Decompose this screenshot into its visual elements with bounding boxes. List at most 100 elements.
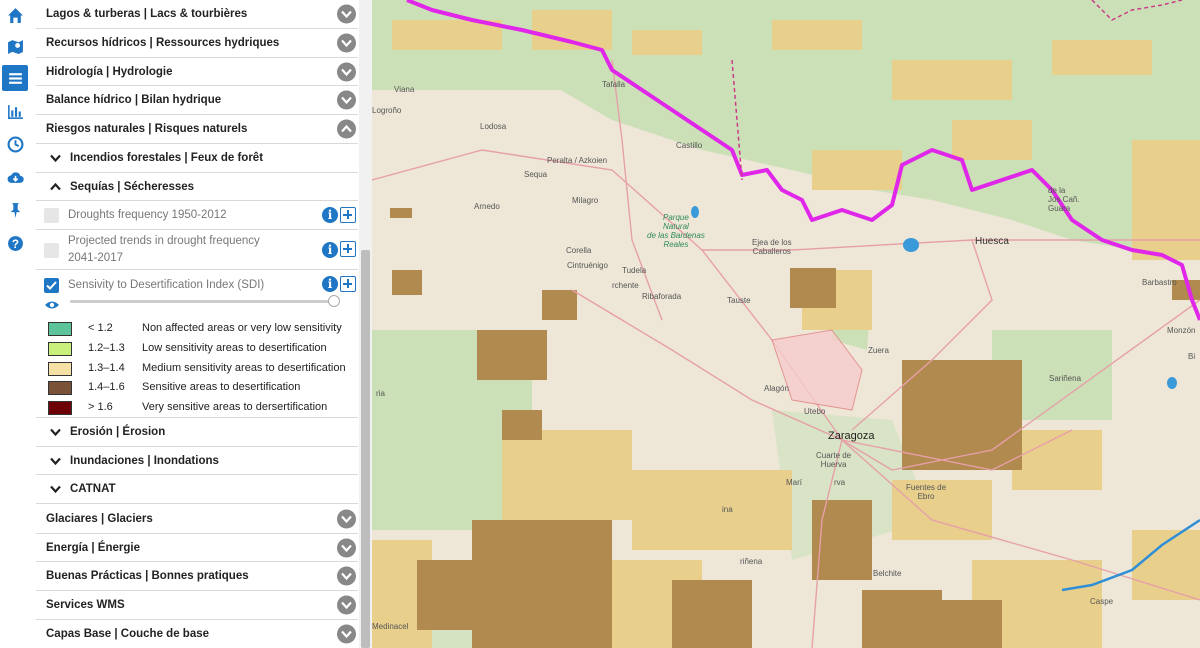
place-label: Marí: [786, 478, 802, 487]
cloud-download-icon[interactable]: [2, 164, 28, 190]
legend-item: 1.4–1.6 Sensitive areas to desertificati…: [48, 379, 363, 397]
subgroup-incendios[interactable]: Incendios forestales | Feux de forêt: [36, 144, 358, 173]
add-layer-button[interactable]: [340, 276, 356, 292]
legend-swatch: [48, 381, 72, 395]
home-icon[interactable]: [2, 2, 28, 28]
chevron-down-icon[interactable]: [337, 4, 356, 24]
park-label-line: Reales: [663, 240, 689, 249]
place-label: rva: [834, 478, 846, 487]
place-label-line: Fuentes de: [906, 483, 947, 492]
place-label: de la Jos Cañ. Guara: [1048, 186, 1080, 213]
opacity-slider-track[interactable]: [70, 300, 336, 303]
scrollbar-thumb[interactable]: [361, 250, 370, 648]
chevron-down-icon[interactable]: [337, 509, 356, 528]
legend-desc: Low sensitivity areas to desertification: [142, 342, 327, 354]
help-icon[interactable]: ?: [2, 230, 28, 256]
chevron-down-icon: [50, 485, 61, 494]
place-label: Logroño: [372, 106, 402, 115]
chevron-down-icon[interactable]: [337, 62, 356, 81]
legend-range: < 1.2: [88, 322, 113, 334]
bar-chart-icon[interactable]: [2, 98, 28, 124]
legend-swatch: [48, 362, 72, 376]
legend-desc: Medium sensitivity areas to desertificat…: [142, 362, 346, 374]
chevron-down-icon[interactable]: [337, 595, 356, 615]
layers-list-icon[interactable]: [2, 65, 28, 91]
svg-text:?: ?: [11, 237, 18, 250]
chevron-down-icon[interactable]: [337, 538, 356, 557]
place-label: ina: [722, 505, 733, 514]
chevron-down-icon[interactable]: [337, 566, 356, 586]
info-icon[interactable]: i: [322, 242, 338, 258]
map-view[interactable]: Viana Logroño Tafalla Lodosa Castillo Pe…: [372, 0, 1200, 648]
map-icon[interactable]: [2, 33, 28, 59]
chevron-down-icon[interactable]: [337, 33, 356, 53]
clock-icon[interactable]: [2, 131, 28, 157]
pin-icon[interactable]: [2, 197, 28, 223]
info-icon[interactable]: i: [322, 276, 338, 292]
eye-icon[interactable]: [44, 300, 60, 310]
add-layer-button[interactable]: [340, 241, 356, 257]
chevron-down-icon: [50, 428, 61, 437]
panel-scrollbar[interactable]: [359, 0, 372, 648]
category-glaciares[interactable]: Glaciares | Glaciers: [36, 504, 358, 534]
place-label-line: Cuarte de: [816, 451, 852, 460]
map-canvas: [372, 0, 1200, 648]
chevron-up-icon: [50, 182, 61, 190]
info-icon[interactable]: i: [322, 207, 338, 223]
chevron-down-icon[interactable]: [337, 624, 356, 644]
place-label: Alagón: [764, 384, 789, 393]
legend-swatch: [48, 401, 72, 415]
place-label: Ribaforada: [642, 292, 682, 301]
layer-checkbox[interactable]: [44, 208, 59, 223]
place-label-zaragoza: Zaragoza: [828, 430, 875, 442]
subgroup-inundaciones[interactable]: Inundaciones | Inondations: [36, 447, 358, 475]
place-label-line: de la: [1048, 186, 1066, 195]
place-label: ria: [376, 389, 385, 398]
place-label: riñena: [740, 557, 763, 566]
place-label: Castillo: [676, 141, 703, 150]
place-label-line: Huerva: [820, 460, 847, 469]
place-label: Utebo: [804, 407, 826, 416]
layer-label: Projected trends in drought frequency 204…: [68, 233, 260, 267]
layer-label: Droughts frequency 1950-2012: [68, 209, 227, 221]
place-label: Fuentes de Ebro: [906, 483, 946, 501]
subgroup-erosion[interactable]: Erosión | Érosion: [36, 418, 358, 447]
category-hidrologia[interactable]: Hidrología | Hydrologie: [36, 58, 358, 86]
subgroup-sequias[interactable]: Sequías | Sécheresses: [36, 173, 358, 201]
legend-item: < 1.2 Non affected areas or very low sen…: [48, 320, 363, 338]
category-recursos[interactable]: Recursos hídricos | Ressources hydriques: [36, 29, 358, 58]
opacity-slider-handle[interactable]: [328, 295, 340, 307]
chevron-down-icon[interactable]: [337, 90, 356, 110]
place-label: Lodosa: [480, 122, 507, 131]
subgroup-catnat[interactable]: CATNAT: [36, 475, 358, 504]
category-balance[interactable]: Balance hídrico | Bilan hydrique: [36, 86, 358, 115]
category-lagos[interactable]: Lagos & turberas | Lacs & tourbières: [36, 0, 358, 29]
category-capas-base[interactable]: Capas Base | Couche de base: [36, 620, 358, 648]
category-label: Glaciares | Glaciers: [46, 512, 153, 525]
place-label: Monzón: [1167, 326, 1196, 335]
place-label: Tauste: [727, 296, 751, 305]
place-label: Tudela: [622, 266, 647, 275]
place-label-line: Ebro: [917, 492, 935, 501]
category-label: Buenas Prácticas | Bonnes pratiques: [46, 570, 249, 582]
place-label: Peralta / Azkoien: [547, 156, 608, 165]
legend-range: 1.3–1.4: [88, 362, 125, 374]
layer-panel: Lagos & turberas | Lacs & tourbières Rec…: [36, 0, 372, 648]
subgroup-label: Incendios forestales | Feux de forêt: [70, 152, 264, 164]
category-riesgos[interactable]: Riesgos naturales | Risques naturels: [36, 115, 358, 144]
place-label: Arnedo: [474, 202, 500, 211]
park-label-line: Parque: [663, 213, 689, 222]
category-label: Balance hídrico | Bilan hydrique: [46, 94, 222, 106]
layer-checkbox[interactable]: [44, 243, 59, 258]
category-buenas-practicas[interactable]: Buenas Prácticas | Bonnes pratiques: [36, 562, 358, 591]
layer-label: Sensivity to Desertification Index (SDI): [68, 279, 265, 291]
category-services-wms[interactable]: Services WMS: [36, 591, 358, 620]
legend-desc: Very sensitive areas to dersertification: [142, 401, 328, 413]
add-layer-button[interactable]: [340, 207, 356, 223]
category-energia[interactable]: Energía | Énergie: [36, 534, 358, 562]
layer-checkbox-checked[interactable]: [44, 278, 59, 293]
place-label: Barbastro: [1142, 278, 1177, 287]
chevron-down-icon: [50, 457, 61, 465]
chevron-up-icon[interactable]: [337, 119, 356, 139]
subgroup-label: Sequías | Sécheresses: [70, 180, 195, 193]
